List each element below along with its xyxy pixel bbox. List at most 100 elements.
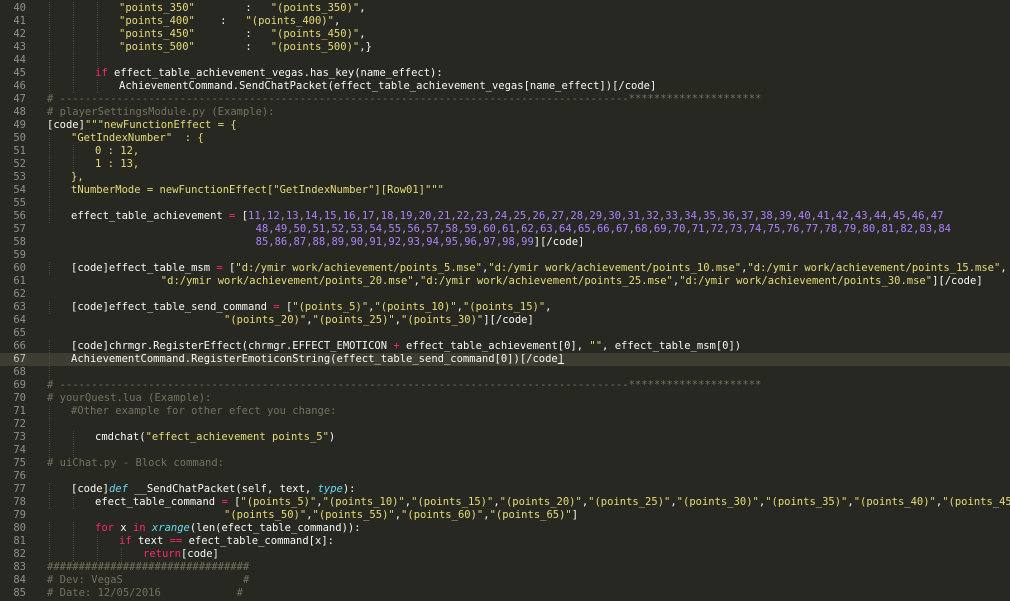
line-code[interactable]: "points_350" : "(points_350)", xyxy=(119,2,366,15)
code-token: [code] xyxy=(180,548,219,560)
code-line[interactable]: 61 "d:/ymir work/achievement/points_20.m… xyxy=(0,275,1010,288)
code-line[interactable]: 51 0 : 12, xyxy=(0,145,1010,158)
code-line[interactable]: 76 xyxy=(0,470,1010,483)
code-line[interactable]: 47 # ------------------------------------… xyxy=(0,93,1010,106)
line-code[interactable]: # uiChat.py - Block command: xyxy=(47,457,224,470)
indent-guide xyxy=(49,496,50,509)
line-code[interactable]: AchievementCommand.SendChatPacket(effect… xyxy=(119,80,656,93)
code-line[interactable]: 81 if text == efect_table_command[x]: xyxy=(0,535,1010,548)
code-line[interactable]: 70 # yourQuest.lua (Example): xyxy=(0,392,1010,405)
code-line[interactable]: 68 xyxy=(0,366,1010,379)
code-line[interactable]: 55 xyxy=(0,197,1010,210)
code-line[interactable]: 74 xyxy=(0,444,1010,457)
code-line[interactable]: 69 # ------------------------------------… xyxy=(0,379,1010,392)
line-code[interactable]: "GetIndexNumber" : { xyxy=(71,132,204,145)
code-line[interactable]: 62 xyxy=(0,288,1010,301)
code-line[interactable]: 49 [code]"""newFunctionEffect = { xyxy=(0,119,1010,132)
code-line[interactable]: 59 xyxy=(0,249,1010,262)
code-line[interactable]: 57 48,49,50,51,52,53,54,55,56,57,58,59,6… xyxy=(0,223,1010,236)
line-code[interactable]: tNumberMode = newFunctionEffect["GetInde… xyxy=(71,184,444,197)
line-code[interactable]: cmdchat("effect_achievement points_5") xyxy=(95,431,335,444)
code-line[interactable]: 43 "points_500" : "(points_500)",} xyxy=(0,41,1010,54)
line-code[interactable]: }, xyxy=(71,171,84,184)
code-line[interactable]: 75 # uiChat.py - Block command: xyxy=(0,457,1010,470)
code-line[interactable]: 65 xyxy=(0,327,1010,340)
line-code[interactable]: 85,86,87,88,89,90,91,92,93,94,95,96,97,9… xyxy=(47,236,585,249)
indent-guide xyxy=(73,2,74,15)
code-token: "points_400" xyxy=(119,15,195,27)
code-line[interactable]: 82 return[code] xyxy=(0,548,1010,561)
code-token: "points_450" xyxy=(119,28,195,40)
line-code[interactable]: [code]effect_table_send_command = ["(poi… xyxy=(71,301,552,314)
code-token: "(points_60)" xyxy=(401,509,484,521)
code-line[interactable]: 71 #Other example for other efect you cha… xyxy=(0,405,1010,418)
line-code[interactable]: if text == efect_table_command[x]: xyxy=(119,535,334,548)
line-code[interactable]: "(points_50)","(points_55)","(points_60)… xyxy=(47,509,578,522)
line-code[interactable]: 1 : 13, xyxy=(95,158,139,171)
code-line[interactable]: 85 # Date: 12/05/2016 # xyxy=(0,587,1010,600)
line-code[interactable]: [code]effect_table_msm = ["d:/ymir work/… xyxy=(71,262,1007,275)
code-line[interactable]: 80 for x in xrange(len(efect_table_comman… xyxy=(0,522,1010,535)
code-line[interactable]: 63 [code]effect_table_send_command = ["(p… xyxy=(0,301,1010,314)
code-line[interactable]: 78 efect_table_command = ["(points_5)","(… xyxy=(0,496,1010,509)
code-line[interactable]: 46 AchievementCommand.SendChatPacket(effe… xyxy=(0,80,1010,93)
line-code[interactable]: # --------------------------------------… xyxy=(47,379,761,392)
indent-guide xyxy=(97,2,98,15)
line-number: 40 xyxy=(13,2,26,14)
code-line[interactable]: 56 effect_table_achievement = [11,12,13,1… xyxy=(0,210,1010,223)
line-code[interactable]: "points_450" : "(points_450)", xyxy=(119,28,366,41)
code-line[interactable]: 45 if effect_table_achievement_vegas.has_… xyxy=(0,67,1010,80)
line-code[interactable]: effect_table_achievement = [11,12,13,14,… xyxy=(71,210,943,223)
code-line[interactable]: 53}, xyxy=(0,171,1010,184)
line-code[interactable]: for x in xrange(len(efect_table_command)… xyxy=(95,522,361,535)
code-line[interactable]: 66 [code]chrmgr.RegisterEffect(chrmgr.EFF… xyxy=(0,340,1010,353)
code-line[interactable]: 79 "(points_50)","(points_55)","(points_… xyxy=(0,509,1010,522)
line-code[interactable]: AchievementCommand.RegisterEmoticonStrin… xyxy=(71,353,564,366)
code-line[interactable]: 64 "(points_20)","(points_25)","(points_… xyxy=(0,314,1010,327)
code-token: : xyxy=(194,2,271,14)
code-editor[interactable]: 40 "points_350" : "(points_350)", 41 "point… xyxy=(0,0,1010,601)
code-line[interactable]: 58 85,86,87,88,89,90,91,92,93,94,95,96,9… xyxy=(0,236,1010,249)
line-code[interactable]: #Other example for other efect you chang… xyxy=(71,405,337,418)
line-code[interactable]: 0 : 12, xyxy=(95,145,139,158)
code-token: [code]chrmgr.RegisterEffect(chrmgr.EFFEC… xyxy=(71,340,394,352)
code-line[interactable]: 73 cmdchat("effect_achievement points_5") xyxy=(0,431,1010,444)
line-code[interactable]: "d:/ymir work/achievement/points_20.mse"… xyxy=(47,275,983,288)
line-code[interactable]: return[code] xyxy=(143,548,219,561)
code-line[interactable]: 60 [code]effect_table_msm = ["d:/ymir wor… xyxy=(0,262,1010,275)
code-line[interactable]: 50 "GetIndexNumber" : { xyxy=(0,132,1010,145)
code-token: "(points_25)" xyxy=(312,314,395,326)
line-code[interactable]: # Date: 12/05/2016 # xyxy=(47,587,243,600)
line-code[interactable]: "(points_20)","(points_25)","(points_30)… xyxy=(47,314,534,327)
line-code[interactable]: # playerSettingsModule.py (Example): xyxy=(47,106,275,119)
indent-guide xyxy=(49,197,50,210)
line-code[interactable]: [code]def __SendChatPacket(self, text, t… xyxy=(71,483,356,496)
code-line[interactable]: 41 "points_400" : "(points_400)", xyxy=(0,15,1010,28)
line-code[interactable]: # yourQuest.lua (Example): xyxy=(47,392,211,405)
code-line[interactable]: 67 AchievementCommand.RegisterEmoticonStr… xyxy=(0,353,1010,366)
line-code[interactable]: # --------------------------------------… xyxy=(47,93,761,106)
code-line[interactable]: 72 xyxy=(0,418,1010,431)
indent-guide xyxy=(97,548,98,561)
code-line[interactable]: 44 xyxy=(0,54,1010,67)
line-code[interactable]: "points_500" : "(points_500)",} xyxy=(119,41,372,54)
code-line[interactable]: 54 tNumberMode = newFunctionEffect["GetIn… xyxy=(0,184,1010,197)
code-line[interactable]: 42 "points_450" : "(points_450)", xyxy=(0,28,1010,41)
line-code[interactable]: 48,49,50,51,52,53,54,55,56,57,58,59,60,6… xyxy=(47,223,951,236)
line-code[interactable]: # Dev: VegaS # xyxy=(47,574,249,587)
code-line[interactable]: 84 # Dev: VegaS # xyxy=(0,574,1010,587)
code-line[interactable]: 77 [code]def __SendChatPacket(self, text,… xyxy=(0,483,1010,496)
line-number: 70 xyxy=(13,392,26,404)
line-code[interactable]: [code]chrmgr.RegisterEffect(chrmgr.EFFEC… xyxy=(71,340,741,353)
line-number: 56 xyxy=(13,210,26,222)
code-line[interactable]: 52 1 : 13, xyxy=(0,158,1010,171)
line-code[interactable]: ################################ xyxy=(47,561,249,574)
line-code[interactable]: "points_400" : "(points_400)", xyxy=(119,15,340,28)
code-line[interactable]: 48 # playerSettingsModule.py (Example): xyxy=(0,106,1010,119)
line-code[interactable]: if effect_table_achievement_vegas.has_ke… xyxy=(95,67,443,80)
line-code[interactable]: [code]"""newFunctionEffect = { xyxy=(47,119,237,132)
line-number: 67 xyxy=(13,353,26,365)
line-code[interactable]: efect_table_command = ["(points_5)","(po… xyxy=(95,496,1010,509)
code-line[interactable]: 83 ################################ xyxy=(0,561,1010,574)
code-line[interactable]: 40 "points_350" : "(points_350)", xyxy=(0,2,1010,15)
